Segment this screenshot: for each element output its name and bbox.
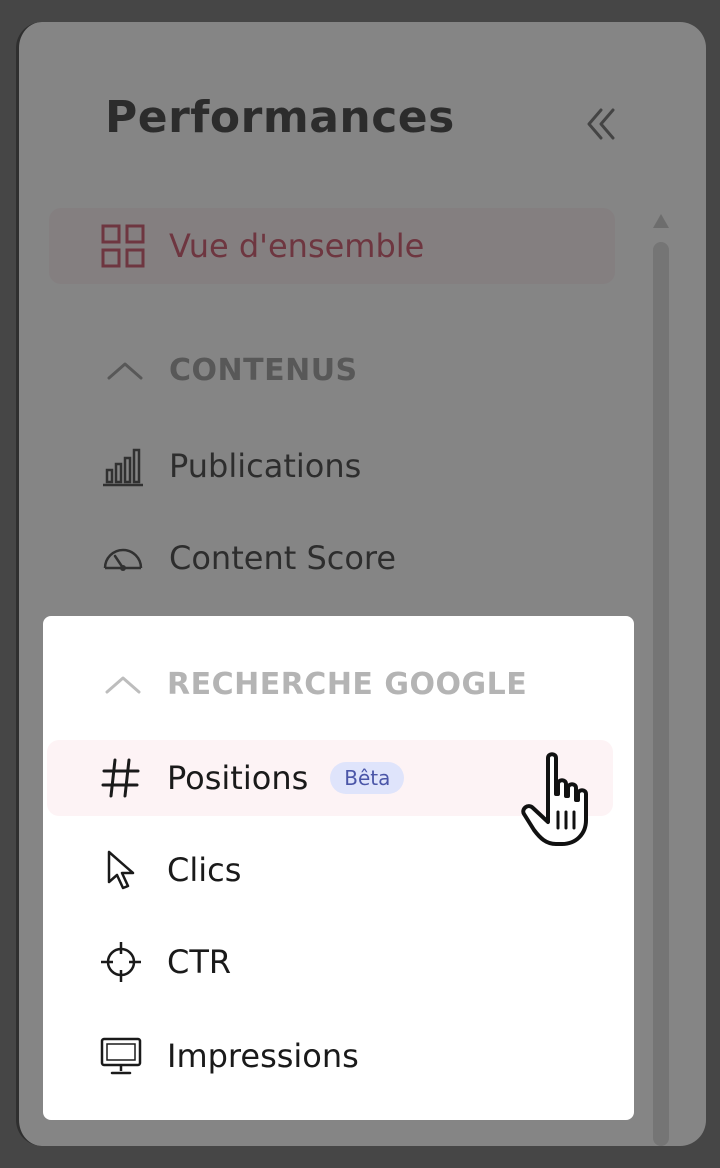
hand-pointer-icon — [521, 752, 588, 846]
chevron-up-icon — [107, 362, 143, 380]
sidebar-item-label: Vue d'ensemble — [169, 227, 425, 265]
sidebar-item-ctr[interactable]: CTR — [47, 924, 613, 1000]
sidebar-item-label: Impressions — [167, 1037, 359, 1075]
monitor-icon — [99, 1034, 143, 1078]
sidebar-item-label: Publications — [169, 447, 362, 485]
section-header-contenus[interactable]: CONTENUS — [49, 340, 615, 400]
sidebar-item-impressions[interactable]: Impressions — [47, 1018, 613, 1094]
chevron-up-icon — [105, 676, 141, 694]
sidebar-item-label: Positions — [167, 759, 309, 797]
section-label: RECHERCHE GOOGLE — [167, 666, 528, 702]
sidebar-item-label: Clics — [167, 851, 242, 889]
sidebar-item-publications[interactable]: Publications — [49, 428, 615, 504]
section-label: CONTENUS — [169, 352, 358, 388]
page-title: Performances — [105, 92, 455, 143]
sidebar-item-label: Content Score — [169, 539, 397, 577]
grid-icon — [101, 224, 145, 268]
scrollbar[interactable] — [651, 212, 671, 1146]
scroll-up-arrow-icon[interactable] — [651, 212, 671, 230]
beta-badge: Bêta — [330, 762, 405, 794]
scrollbar-thumb[interactable] — [653, 242, 669, 1146]
sidebar-item-label-wrap: Positions Bêta — [167, 759, 405, 797]
bar-chart-icon — [101, 444, 145, 488]
sidebar-item-content-score[interactable]: Content Score — [49, 520, 615, 596]
gauge-icon — [101, 536, 145, 580]
double-chevron-left-icon[interactable] — [581, 104, 621, 144]
hash-icon — [99, 756, 143, 800]
sidebar-item-label: CTR — [167, 943, 232, 981]
cursor-arrow-icon — [99, 848, 143, 892]
highlighted-section-recherche-google: RECHERCHE GOOGLE Positions Bêta Clics CT… — [43, 616, 634, 1120]
sidebar-item-overview[interactable]: Vue d'ensemble — [49, 208, 615, 284]
section-header-recherche-google[interactable]: RECHERCHE GOOGLE — [47, 654, 613, 714]
crosshair-icon — [99, 940, 143, 984]
